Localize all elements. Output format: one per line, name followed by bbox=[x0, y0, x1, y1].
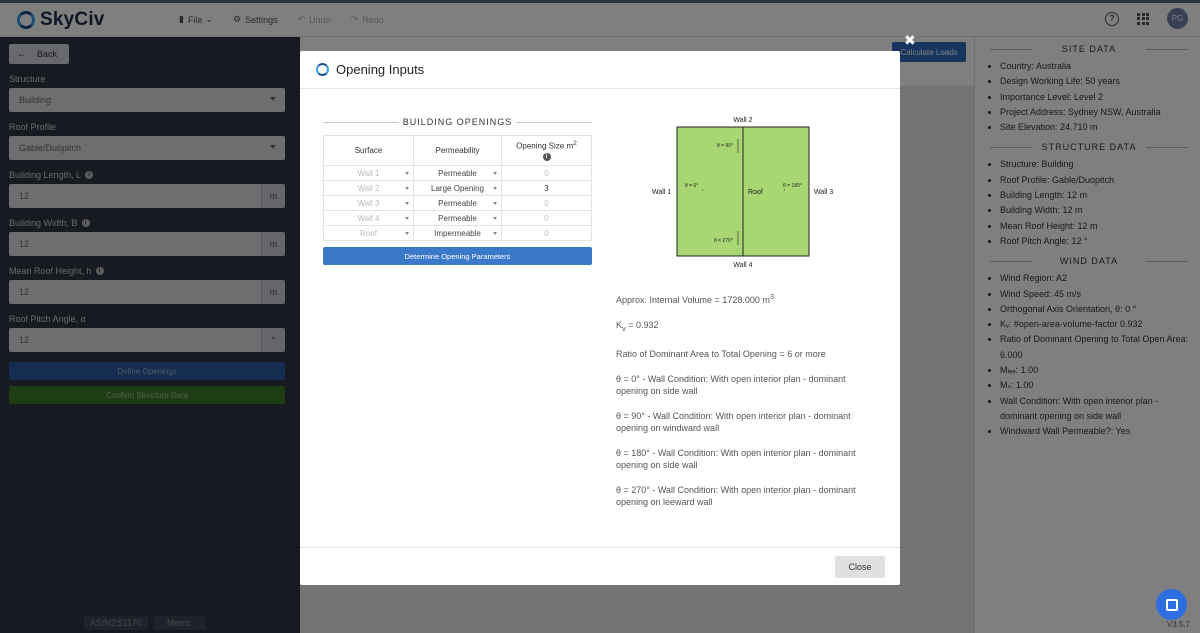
caret-down-icon bbox=[405, 202, 409, 205]
modal-header: Opening Inputs bbox=[300, 51, 900, 89]
table-row: Wall 2 Large Opening 3 bbox=[323, 180, 592, 196]
permeability-value: Permeable bbox=[438, 213, 477, 223]
skyciv-logo-icon bbox=[316, 63, 329, 76]
wall-condition-0: θ = 0° - Wall Condition: With open inter… bbox=[616, 373, 846, 396]
building-openings-heading: BUILDING OPENINGS bbox=[323, 117, 592, 127]
surface-select[interactable]: Wall 1 bbox=[323, 165, 414, 181]
dominant-ratio-text: Ratio of Dominant Area to Total Opening … bbox=[616, 348, 826, 359]
permeability-value: Permeable bbox=[438, 168, 477, 178]
theta-90-label: θ = 90° bbox=[717, 143, 733, 149]
surface-value: Wall 2 bbox=[357, 183, 380, 193]
opening-size-input[interactable]: 0 bbox=[501, 225, 592, 241]
close-icon[interactable]: ✖ bbox=[904, 32, 916, 49]
caret-down-icon bbox=[405, 172, 409, 175]
surface-value: Wall 1 bbox=[357, 168, 380, 178]
opening-size-input[interactable]: 0 bbox=[501, 210, 592, 226]
surface-value: Wall 4 bbox=[357, 213, 380, 223]
surface-column-header: Surface bbox=[323, 135, 414, 166]
caret-down-icon bbox=[493, 172, 497, 175]
table-row: Wall 1 Permeable 0 bbox=[323, 165, 592, 181]
caret-down-icon bbox=[493, 187, 497, 190]
surface-select[interactable]: Wall 3 bbox=[323, 195, 414, 211]
surface-value: Wall 3 bbox=[357, 198, 380, 208]
building-plan-diagram: Wall 2 Wall 4 Wall 1 Wall 3 Roof θ = 0° … bbox=[652, 117, 833, 269]
permeability-value: Permeable bbox=[438, 198, 477, 208]
internal-volume-text: Approx. Internal Volume = 1728.000 m3 bbox=[616, 291, 878, 306]
surface-value: Roof bbox=[360, 228, 377, 238]
chat-icon bbox=[1165, 598, 1178, 611]
caret-down-icon bbox=[493, 202, 497, 205]
opening-size-column-header: Opening Size m2 i bbox=[501, 135, 592, 166]
permeability-select[interactable]: Large Opening bbox=[413, 180, 502, 196]
caret-down-icon bbox=[405, 187, 409, 190]
wall-condition-270: θ = 270° - Wall Condition: With open int… bbox=[616, 484, 856, 507]
permeability-column-header: Permeability bbox=[413, 135, 502, 166]
opening-size-input[interactable]: 3 bbox=[501, 180, 592, 196]
permeability-value: Impermeable bbox=[434, 228, 481, 238]
wall-condition-180: θ = 180° - Wall Condition: With open int… bbox=[616, 447, 856, 470]
volume-unit-superscript: 3 bbox=[769, 292, 775, 301]
table-row: Roof Impermeable 0 bbox=[323, 225, 592, 241]
roof-plan-left bbox=[676, 126, 744, 257]
roof-label: Roof bbox=[748, 189, 763, 196]
surface-select[interactable]: Wall 4 bbox=[323, 210, 414, 226]
wall-2-label: Wall 2 bbox=[733, 117, 752, 124]
opening-results: Approx. Internal Volume = 1728.000 m3 Kv… bbox=[616, 291, 878, 521]
kv-value: = 0.932 bbox=[625, 320, 659, 330]
opening-size-input[interactable]: 0 bbox=[501, 165, 592, 181]
wall-4-label: Wall 4 bbox=[733, 262, 752, 269]
table-row: Wall 4 Permeable 0 bbox=[323, 210, 592, 226]
wall-condition-90: θ = 90° - Wall Condition: With open inte… bbox=[616, 410, 851, 433]
table-header-row: Surface Permeability Opening Size m2 i bbox=[323, 135, 592, 166]
theta-0-label: θ = 0° bbox=[685, 183, 698, 189]
surface-select[interactable]: Wall 2 bbox=[323, 180, 414, 196]
caret-down-icon bbox=[493, 232, 497, 235]
info-icon[interactable]: i bbox=[542, 152, 551, 161]
surface-select[interactable]: Roof bbox=[323, 225, 414, 241]
permeability-select[interactable]: Permeable bbox=[413, 195, 502, 211]
wall-1-label: Wall 1 bbox=[652, 189, 671, 196]
openings-table: Surface Permeability Opening Size m2 i W… bbox=[323, 135, 592, 241]
theta-180-label: θ = 180° bbox=[783, 183, 802, 189]
chat-support-button[interactable] bbox=[1156, 589, 1187, 620]
opening-size-header-label: Opening Size m bbox=[516, 141, 574, 151]
internal-volume-value: Approx. Internal Volume = 1728.000 m bbox=[616, 295, 770, 305]
wall-3-label: Wall 3 bbox=[814, 189, 833, 196]
table-row: Wall 3 Permeable 0 bbox=[323, 195, 592, 211]
building-openings-section: BUILDING OPENINGS Surface Permeability O… bbox=[323, 117, 592, 265]
opening-size-input[interactable]: 0 bbox=[501, 195, 592, 211]
determine-opening-parameters-button[interactable]: Determine Opening Parameters bbox=[323, 247, 592, 265]
unit-superscript: 2 bbox=[573, 140, 577, 148]
close-button[interactable]: Close bbox=[835, 556, 885, 578]
permeability-value: Large Opening bbox=[431, 183, 484, 193]
kv-text: Kv = 0.932 bbox=[616, 319, 878, 335]
permeability-select[interactable]: Impermeable bbox=[413, 225, 502, 241]
opening-inputs-modal: Opening Inputs BUILDING OPENINGS Surface… bbox=[300, 51, 900, 585]
permeability-select[interactable]: Permeable bbox=[413, 165, 502, 181]
modal-footer: Close bbox=[300, 547, 900, 585]
theta-270-label: θ = 270° bbox=[714, 238, 733, 244]
permeability-select[interactable]: Permeable bbox=[413, 210, 502, 226]
caret-down-icon bbox=[493, 217, 497, 220]
modal-title: Opening Inputs bbox=[336, 62, 425, 77]
caret-down-icon bbox=[405, 232, 409, 235]
caret-down-icon bbox=[405, 217, 409, 220]
